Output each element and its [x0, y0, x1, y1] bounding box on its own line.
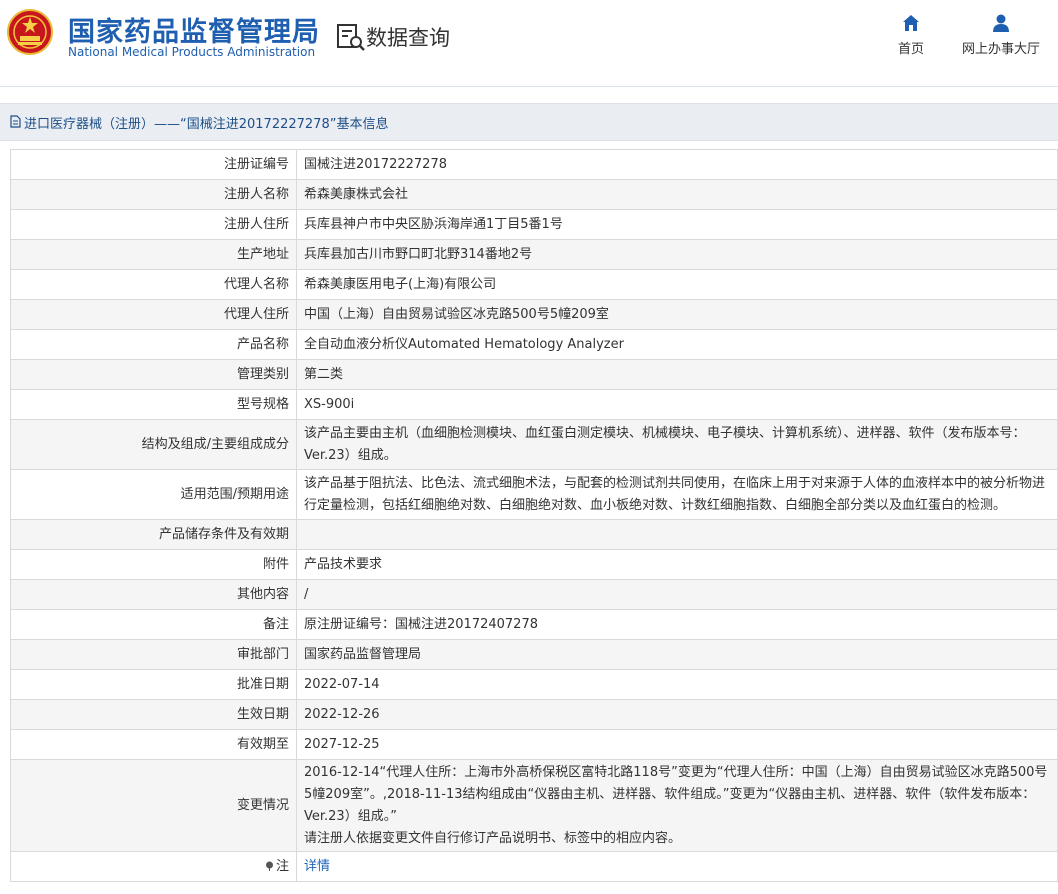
row-value: 该产品基于阻抗法、比色法、流式细胞术法，与配套的检测试剂共同使用，在临床上用于对…	[296, 469, 1058, 520]
table-row: 代理人名称 希森美康医用电子(上海)有限公司	[10, 269, 1058, 300]
row-label: 代理人名称	[10, 269, 297, 300]
row-label: 产品名称	[10, 329, 297, 360]
change-text: 2016-12-14“代理人住所：上海市外高桥保税区富特北路118号”变更为“代…	[304, 764, 1048, 824]
row-value	[296, 519, 1058, 550]
row-label: 适用范围/预期用途	[10, 469, 297, 520]
user-icon	[993, 14, 1009, 32]
row-value: 2027-12-25	[296, 729, 1058, 760]
table-row: 注册证编号 国械注进20172227278	[10, 149, 1058, 180]
nav-online-hall-label: 网上办事大厅	[961, 42, 1040, 57]
table-row: 注册人名称 希森美康株式会社	[10, 179, 1058, 210]
table-row: 审批部门 国家药品监督管理局	[10, 639, 1058, 670]
row-value: 兵库县神户市中央区胁浜海岸通1丁目5番1号	[296, 209, 1058, 240]
row-label: 注册人名称	[10, 179, 297, 210]
row-label: 注册人住所	[10, 209, 297, 240]
table-row: 产品储存条件及有效期	[10, 519, 1058, 550]
table-row: 结构及组成/主要组成成分 该产品主要由主机（血细胞检测模块、血红蛋白测定模块、机械…	[10, 419, 1058, 470]
nav-online-hall[interactable]: 网上办事大厅	[956, 14, 1046, 57]
row-value: 国械注进20172227278	[296, 149, 1058, 180]
table-row: 变更情况 2016-12-14“代理人住所：上海市外高桥保税区富特北路118号”…	[10, 759, 1058, 852]
row-label: 生效日期	[10, 699, 297, 730]
row-value: 兵库县加古川市野口町北野314番地2号	[296, 239, 1058, 270]
details-link[interactable]: 详情	[304, 859, 330, 874]
row-label: 审批部门	[10, 639, 297, 670]
row-value: 希森美康医用电子(上海)有限公司	[296, 269, 1058, 300]
row-value: 产品技术要求	[296, 549, 1058, 580]
row-label: 有效期至	[10, 729, 297, 760]
row-value: 全自动血液分析仪Automated Hematology Analyzer	[296, 329, 1058, 360]
row-label: 其他内容	[10, 579, 297, 610]
row-label: 代理人住所	[10, 299, 297, 330]
row-value: 2022-07-14	[296, 669, 1058, 700]
table-row: 备注 原注册证编号：国械注进20172407278	[10, 609, 1058, 640]
table-row: 代理人住所 中国（上海）自由贸易试验区冰克路500号5幢209室	[10, 299, 1058, 330]
row-label: 管理类别	[10, 359, 297, 390]
row-value: 2022-12-26	[296, 699, 1058, 730]
section-title: 数据查询	[366, 26, 450, 50]
row-label: 注册证编号	[10, 149, 297, 180]
table-row: 注册人住所 兵库县神户市中央区胁浜海岸通1丁目5番1号	[10, 209, 1058, 240]
table-row: 生效日期 2022-12-26	[10, 699, 1058, 730]
nav-home[interactable]: 首页	[890, 14, 932, 57]
row-label: 生产地址	[10, 239, 297, 270]
change-note: 请注册人依据变更文件自行修订产品说明书、标签中的相应内容。	[304, 830, 682, 846]
home-icon	[903, 15, 919, 31]
table-row: 生产地址 兵库县加古川市野口町北野314番地2号	[10, 239, 1058, 270]
agency-name-en: National Medical Products Administration	[68, 45, 316, 59]
agency-name-cn: 国家药品监督管理局	[68, 17, 320, 48]
breadcrumb: 进口医疗器械（注册）——“国械注进20172227278”基本信息	[0, 103, 1058, 141]
row-value: /	[296, 579, 1058, 610]
nav-home-label: 首页	[897, 42, 924, 57]
footnote-value: 详情	[296, 851, 1058, 882]
data-query-icon	[337, 24, 365, 51]
pin-icon	[265, 861, 273, 871]
breadcrumb-text: 进口医疗器械（注册）——“国械注进20172227278”基本信息	[24, 117, 389, 132]
footnote-label-text: 注	[275, 858, 289, 874]
site-header: 国家药品监督管理局 National Medical Products Admi…	[0, 0, 1058, 87]
row-label: 附件	[10, 549, 297, 580]
row-label: 批准日期	[10, 669, 297, 700]
table-row: 产品名称 全自动血液分析仪Automated Hematology Analyze…	[10, 329, 1058, 360]
table-row: 适用范围/预期用途 该产品基于阻抗法、比色法、流式细胞术法，与配套的检测试剂共同使…	[10, 469, 1058, 520]
row-label: 结构及组成/主要组成成分	[10, 419, 297, 470]
row-label: 型号规格	[10, 389, 297, 420]
footnote-label: 注	[10, 851, 297, 882]
row-value: XS-900i	[296, 389, 1058, 420]
row-value: 第二类	[296, 359, 1058, 390]
table-row: 注 详情	[10, 851, 1058, 882]
row-value: 原注册证编号：国械注进20172407278	[296, 609, 1058, 640]
table-row: 批准日期 2022-07-14	[10, 669, 1058, 700]
row-value: 希森美康株式会社	[296, 179, 1058, 210]
national-emblem-icon	[7, 9, 53, 55]
row-value: 国家药品监督管理局	[296, 639, 1058, 670]
table-row: 型号规格 XS-900i	[10, 389, 1058, 420]
row-label: 备注	[10, 609, 297, 640]
change-label: 变更情况	[10, 759, 297, 852]
table-row: 附件 产品技术要求	[10, 549, 1058, 580]
table-row: 其他内容 /	[10, 579, 1058, 610]
row-value: 中国（上海）自由贸易试验区冰克路500号5幢209室	[296, 299, 1058, 330]
document-icon	[10, 115, 21, 128]
row-label: 产品储存条件及有效期	[10, 519, 297, 550]
detail-table: 注册证编号 国械注进20172227278 注册人名称 希森美康株式会社 注册人住所…	[10, 149, 1058, 882]
table-row: 有效期至 2027-12-25	[10, 729, 1058, 760]
row-value: 该产品主要由主机（血细胞检测模块、血红蛋白测定模块、机械模块、电子模块、计算机系…	[296, 419, 1058, 470]
table-row: 管理类别 第二类	[10, 359, 1058, 390]
change-value: 2016-12-14“代理人住所：上海市外高桥保税区富特北路118号”变更为“代…	[296, 759, 1058, 852]
